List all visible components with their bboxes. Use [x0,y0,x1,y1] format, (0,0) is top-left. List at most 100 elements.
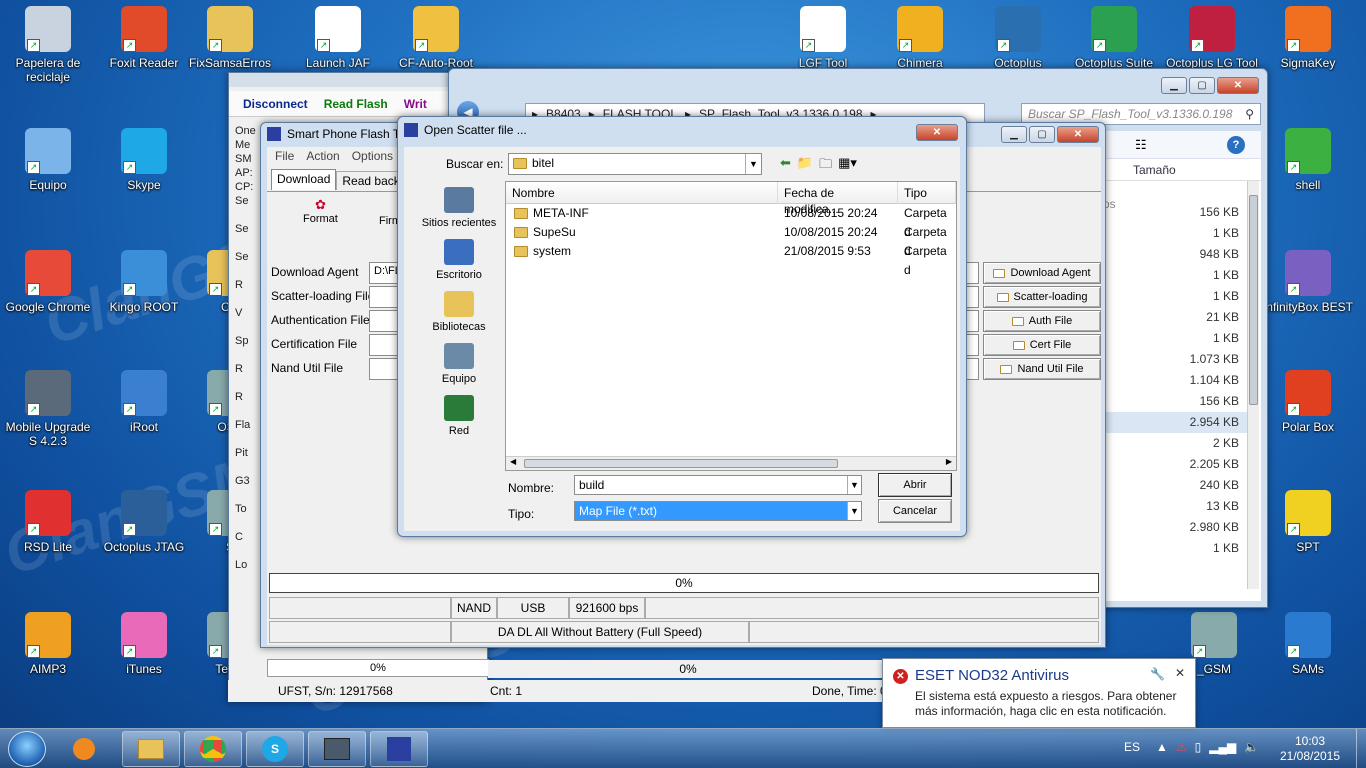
desktop-icon[interactable]: ↗ Papelera de reciclaje [0,6,96,84]
eset-notification[interactable]: ✕ ESET NOD32 Antivirus 🔧 ✕ El sistema es… [882,658,1196,728]
horizontal-scrollbar[interactable]: ◀ ▶ [506,456,956,470]
minimize-button[interactable]: ▁ [1161,77,1187,94]
size-cell: 948 KB [1199,247,1239,261]
desktop-icon[interactable]: ↗ Foxit Reader [96,6,192,70]
dialog-close-button[interactable]: ✕ [916,124,958,141]
help-icon[interactable]: ? [1227,136,1245,154]
gear-icon: ↗ [25,370,71,416]
close-button[interactable]: ✕ [1057,126,1099,143]
menu-action[interactable]: Action [306,149,339,163]
disconnect-button[interactable]: Disconnect [243,97,308,111]
format-button[interactable]: ✿ Format [303,197,338,225]
scrollbar[interactable] [1247,181,1259,589]
minimize-button[interactable]: ▁ [1001,126,1027,143]
desktop-icon[interactable]: ↗ Octoplus LG Tool [1164,6,1260,70]
desktop-icon-label: FixSamsaErros [188,56,271,70]
show-desktop-button[interactable] [1356,729,1366,768]
taskbar-chrome[interactable] [184,731,242,767]
column-date[interactable]: Fecha de modifica... [778,182,898,216]
desktop-icon[interactable]: ↗ SigmaKey [1260,6,1356,70]
view-menu-icon[interactable]: ▦▾ [838,155,857,177]
cancel-button[interactable]: Cancelar [878,499,952,523]
desktop-icon[interactable]: ↗ AIMP3 [0,612,96,676]
menu-file[interactable]: File [275,149,294,163]
warning-icon[interactable]: ⚠ [1176,740,1187,754]
anchor-icon: ↗ [121,370,167,416]
desktop-icon[interactable]: ↗ Equipo [0,128,96,192]
desktop-icon[interactable]: ↗ shell [1260,128,1356,192]
place-item[interactable]: Bibliotecas [414,291,504,343]
signal-icon[interactable]: ▂▄▆ [1209,740,1236,754]
new-folder-icon[interactable]: 🗀 [819,155,832,177]
shortcut-arrow-icon: ↗ [123,161,136,174]
sp-row-button[interactable]: Nand Util File [983,358,1101,380]
desktop-icon[interactable]: ↗ LGF Tool [775,6,871,70]
file-row[interactable]: META-INF 10/08/2015 20:24 Carpeta d [506,204,956,239]
desktop-icon[interactable]: ↗ Polar Box [1260,370,1356,434]
notification-settings-icon[interactable]: 🔧 [1150,667,1165,681]
write-button[interactable]: Writ [404,97,427,111]
shortcut-arrow-icon: ↗ [209,523,222,536]
tab-download[interactable]: Download [271,169,337,190]
notification-close-icon[interactable]: ✕ [1175,666,1185,680]
language-indicator[interactable]: ES [1124,740,1140,754]
device-icon[interactable]: ▯ [1195,740,1202,754]
taskbar-media-player[interactable] [60,731,108,767]
desktop-icon[interactable]: ↗ iTunes [96,612,192,676]
taskbar-ufst[interactable] [308,731,366,767]
desktop-icon[interactable]: ↗ SAMs [1260,612,1356,676]
filetype-select[interactable]: Map File (*.txt) ▼ [574,501,862,521]
view-icon[interactable]: ☷ [1135,137,1147,153]
open-button[interactable]: Abrir [878,473,952,497]
sp-row-button[interactable]: Auth File [983,310,1101,332]
desktop-icon[interactable]: ↗ InfinityBox BEST [1260,250,1356,314]
maximize-button[interactable]: ▢ [1029,126,1055,143]
desktop-icon[interactable]: ↗ Kingo ROOT [96,250,192,314]
column-type[interactable]: Tipo [898,182,956,204]
taskbar-spflash[interactable] [370,731,428,767]
place-item[interactable]: Equipo [414,343,504,395]
desktop-icon[interactable]: ↗ Octoplus [970,6,1066,70]
file-row[interactable]: system 21/08/2015 9:53 Carpeta d [506,242,956,277]
desktop-icon[interactable]: ↗ Octoplus Suite [1066,6,1162,70]
desktop-icon[interactable]: ↗ SPT [1260,490,1356,554]
place-item[interactable]: Escritorio [414,239,504,291]
sp-mode-bar: DA DL All Without Battery (Full Speed) [269,621,1099,643]
desktop-icon[interactable]: ↗ Chimera [872,6,968,70]
up-folder-icon[interactable]: 📁 [797,155,813,177]
place-item[interactable]: Red [414,395,504,447]
tab-read-back[interactable]: Read back [336,171,406,190]
desktop-icon[interactable]: ↗ Mobile Upgrade S 4.2.3 [0,370,96,448]
desktop-icon[interactable]: ↗ Launch JAF [290,6,386,70]
desktop-icon[interactable]: ↗ RSD Lite [0,490,96,554]
menu-options[interactable]: Options [352,149,393,163]
desktop-icon[interactable]: ↗ CF-Auto-Root [388,6,484,70]
show-hidden-icons-icon[interactable]: ▲ [1156,740,1168,754]
desktop-icon[interactable]: ↗ FixSamsaErros [182,6,278,70]
read-flash-button[interactable]: Read Flash [324,97,388,111]
place-item[interactable]: Sitios recientes [414,187,504,239]
maximize-button[interactable]: ▢ [1189,77,1215,94]
taskbar-skype[interactable]: S [246,731,304,767]
lookin-select[interactable]: bitel ▼ [508,153,762,175]
size-cell: 1.073 KB [1189,352,1239,366]
desktop-icon[interactable]: ↗ Google Chrome [0,250,96,314]
desktop-icon[interactable]: ↗ Octoplus JTAG [96,490,192,554]
volume-icon[interactable]: 🔈 [1244,740,1259,754]
sp-flash-title: Smart Phone Flash T [287,127,401,141]
start-button[interactable] [8,731,46,767]
sp-row-button[interactable]: Scatter-loading [983,286,1101,308]
column-name[interactable]: Nombre [506,182,778,204]
desktop-icon[interactable]: ↗ Skype [96,128,192,192]
size-column-header[interactable]: Tamaño [1099,159,1261,181]
clock[interactable]: 10:03 21/08/2015 [1268,734,1352,764]
desktop-icon[interactable]: ↗ iRoot [96,370,192,434]
sp-row-button[interactable]: Cert File [983,334,1101,356]
back-icon[interactable]: ⬅ [780,155,791,177]
sp-row-button[interactable]: Download Agent [983,262,1101,284]
taskbar-explorer[interactable] [122,731,180,767]
filename-input[interactable]: build ▼ [574,475,862,495]
close-button[interactable]: ✕ [1217,77,1259,94]
format-icon: ✿ [314,197,326,212]
file-row[interactable]: SupeSu 10/08/2015 20:24 Carpeta d [506,223,956,258]
